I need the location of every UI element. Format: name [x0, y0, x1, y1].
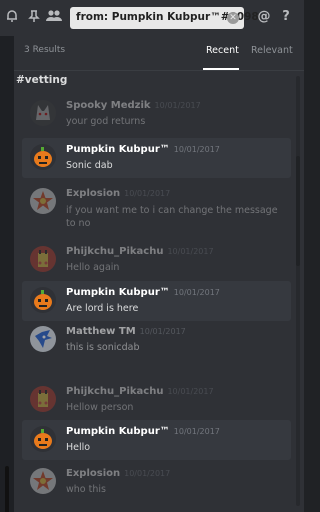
avatar[interactable] [30, 246, 56, 272]
channel-name[interactable]: #vetting [16, 74, 67, 86]
message-text: Hellow person [66, 402, 134, 413]
message-text: this is sonicdab [66, 342, 140, 353]
mention-icon[interactable]: @ [255, 7, 273, 25]
tab-recent[interactable]: Recent [206, 45, 239, 56]
left-rail [0, 36, 14, 512]
rail-scrollbar[interactable] [5, 466, 9, 512]
clear-icon[interactable]: ✕ [227, 12, 239, 24]
avatar[interactable] [30, 326, 56, 352]
avatar[interactable] [30, 144, 56, 170]
scrollbar-thumb[interactable] [296, 156, 300, 266]
search-input[interactable]: from: Pumpkin Kubpur™#0098 ✕ [70, 7, 259, 29]
avatar[interactable] [30, 426, 56, 452]
bell-icon[interactable] [3, 7, 21, 25]
top-bar: from: Pumpkin Kubpur™#0098 ✕ @ ? [0, 0, 304, 36]
avatar[interactable] [30, 468, 56, 494]
avatar[interactable] [30, 188, 56, 214]
divider [14, 70, 304, 71]
results-scrollbar[interactable] [296, 76, 300, 506]
context-message[interactable]: Phijkchu_Pikachu 10/01/2017 Hellow person [22, 380, 291, 418]
message-text: who this [66, 484, 106, 495]
author-name[interactable]: Pumpkin Kubpur™ 10/01/2017 [66, 426, 220, 437]
context-message[interactable]: Explosion 10/01/2017 who this [22, 462, 291, 502]
author-name[interactable]: Spooky Medzik 10/01/2017 [66, 100, 201, 111]
members-icon[interactable] [45, 7, 63, 25]
context-message[interactable]: Spooky Medzik 10/01/2017 your god returns [22, 94, 291, 132]
author-name[interactable]: Phijkchu_Pikachu 10/01/2017 [66, 386, 214, 397]
timestamp: 10/01/2017 [124, 469, 171, 478]
avatar[interactable] [30, 287, 56, 313]
message-text: your god returns [66, 116, 146, 127]
timestamp: 10/01/2017 [124, 189, 171, 198]
message-text: Are lord is here [66, 303, 139, 314]
timestamp: 10/01/2017 [167, 247, 214, 256]
tab-relevant[interactable]: Relevant [251, 45, 293, 56]
avatar[interactable] [30, 100, 56, 126]
timestamp: 10/01/2017 [154, 101, 201, 110]
help-icon[interactable]: ? [277, 7, 295, 25]
timestamp: 10/01/2017 [173, 145, 220, 154]
search-results-panel: 3 Results Recent Relevant #vetting Spook… [14, 36, 304, 512]
author-name[interactable]: Explosion 10/01/2017 [66, 468, 170, 479]
author-name[interactable]: Matthew TM 10/01/2017 [66, 326, 186, 337]
message-text: Hello again [66, 262, 120, 273]
author-name[interactable]: Explosion 10/01/2017 [66, 188, 170, 199]
author-name[interactable]: Pumpkin Kubpur™ 10/01/2017 [66, 144, 220, 155]
timestamp: 10/01/2017 [173, 427, 220, 436]
results-count: 3 Results [24, 45, 66, 55]
timestamp: 10/01/2017 [167, 387, 214, 396]
timestamp: 10/01/2017 [173, 288, 220, 297]
context-message[interactable]: Explosion 10/01/2017 if you want me to i … [22, 182, 291, 229]
author-name[interactable]: Pumpkin Kubpur™ 10/01/2017 [66, 287, 220, 298]
message-text: Sonic dab [66, 160, 113, 171]
result-message[interactable]: Pumpkin Kubpur™ 10/01/2017 Hello [22, 420, 291, 460]
context-message[interactable]: Matthew TM 10/01/2017 this is sonicdab [22, 320, 291, 358]
message-text: if you want me to i can change the messa… [66, 205, 278, 229]
author-name[interactable]: Phijkchu_Pikachu 10/01/2017 [66, 246, 214, 257]
result-message[interactable]: Pumpkin Kubpur™ 10/01/2017 Are lord is he… [22, 281, 291, 321]
context-message[interactable]: Phijkchu_Pikachu 10/01/2017 Hello again [22, 240, 291, 278]
timestamp: 10/01/2017 [139, 327, 186, 336]
message-text: Hello [66, 442, 91, 453]
pin-icon[interactable] [25, 7, 43, 25]
avatar[interactable] [30, 386, 56, 412]
result-message[interactable]: Pumpkin Kubpur™ 10/01/2017 Sonic dab [22, 138, 291, 178]
